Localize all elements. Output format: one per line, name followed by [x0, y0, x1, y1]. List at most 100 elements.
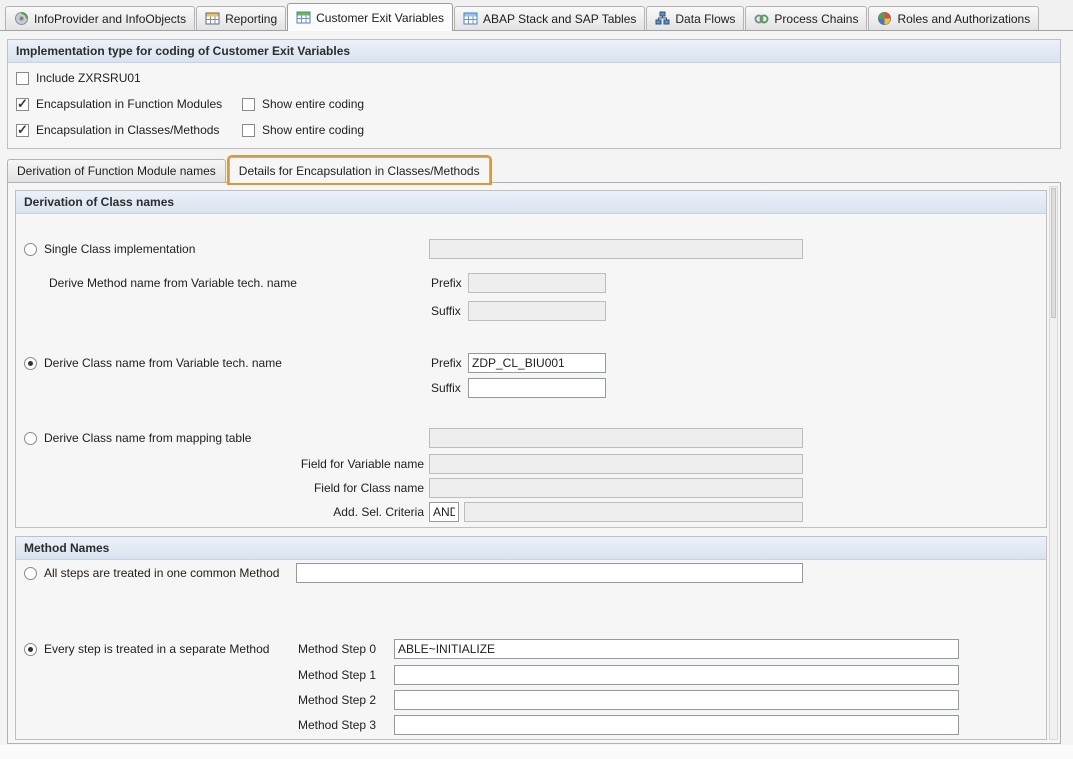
- tab-process-chains[interactable]: Process Chains: [745, 6, 867, 30]
- field-for-class-name-row: Field for Class name: [24, 477, 1038, 499]
- process-chains-icon: [754, 11, 769, 26]
- mapping-table-row: Derive Class name from mapping table: [24, 427, 1038, 449]
- common-method-label: All steps are treated in one common Meth…: [44, 566, 279, 580]
- field-for-variable-name-input[interactable]: [429, 454, 803, 474]
- suffix-label: Suffix: [431, 381, 461, 395]
- tab-data-flows[interactable]: Data Flows: [646, 6, 744, 30]
- tab-label: Data Flows: [675, 12, 735, 26]
- show-entire-coding-fm-checkbox[interactable]: [242, 98, 255, 111]
- separate-method-radio[interactable]: [24, 643, 37, 656]
- add-sel-criteria-label: Add. Sel. Criteria: [24, 505, 424, 519]
- single-class-radio[interactable]: [24, 243, 37, 256]
- main-tab-bar: InfoProvider and InfoObjects Reporting C…: [0, 0, 1073, 31]
- prefix-label: Prefix: [431, 356, 462, 370]
- single-class-input[interactable]: [429, 239, 803, 259]
- subtab-label: Derivation of Function Module names: [17, 164, 216, 178]
- customer-exit-variables-icon: [296, 10, 311, 25]
- reporting-icon: [205, 11, 220, 26]
- subtab-details-for-encapsulation-in-classes-methods[interactable]: Details for Encapsulation in Classes/Met…: [229, 157, 490, 183]
- tab-label: Reporting: [225, 12, 277, 26]
- class-suffix-input[interactable]: [468, 378, 606, 398]
- method-step-2-row: Method Step 2: [24, 689, 1038, 711]
- tab-label: Process Chains: [774, 12, 858, 26]
- tab-label: ABAP Stack and SAP Tables: [483, 12, 636, 26]
- group-title: Implementation type for coding of Custom…: [8, 40, 1060, 63]
- derive-class-label: Derive Class name from Variable tech. na…: [44, 356, 282, 370]
- mapping-table-radio[interactable]: [24, 432, 37, 445]
- implementation-type-group: Implementation type for coding of Custom…: [7, 39, 1061, 149]
- encapsulation-cm-row: Encapsulation in Classes/Methods Show en…: [16, 119, 1052, 141]
- encapsulation-fm-checkbox[interactable]: [16, 98, 29, 111]
- method-suffix-input[interactable]: [468, 301, 606, 321]
- suffix-label: Suffix: [431, 304, 461, 318]
- field-for-variable-name-row: Field for Variable name: [24, 453, 1038, 475]
- classes-methods-details-panel: Derivation of Class names Single Class i…: [7, 182, 1061, 744]
- derive-method-name-label: Derive Method name from Variable tech. n…: [49, 276, 297, 290]
- method-step-3-row: Method Step 3: [24, 714, 1038, 736]
- show-entire-coding-cm-label: Show entire coding: [262, 123, 364, 137]
- common-method-input[interactable]: [296, 563, 803, 583]
- show-entire-coding-fm-label: Show entire coding: [262, 97, 364, 111]
- derive-class-radio[interactable]: [24, 357, 37, 370]
- single-class-row: Single Class implementation: [24, 238, 1038, 260]
- single-class-label: Single Class implementation: [44, 242, 195, 256]
- field-for-class-name-label: Field for Class name: [24, 481, 424, 495]
- method-prefix-input[interactable]: [468, 273, 606, 293]
- method-names-group: Method Names All steps are treated in on…: [15, 536, 1047, 740]
- method-step-1-input[interactable]: [394, 665, 959, 685]
- field-for-variable-name-label: Field for Variable name: [24, 457, 424, 471]
- encapsulation-fm-row: Encapsulation in Function Modules Show e…: [16, 93, 1052, 115]
- derivation-of-class-names-group: Derivation of Class names Single Class i…: [15, 190, 1047, 528]
- customer-exit-variables-screen: InfoProvider and InfoObjects Reporting C…: [0, 0, 1073, 759]
- prefix-label: Prefix: [431, 276, 462, 290]
- tab-label: Customer Exit Variables: [316, 11, 444, 25]
- derive-method-name-row: Derive Method name from Variable tech. n…: [24, 272, 1038, 294]
- tab-label: Roles and Authorizations: [897, 12, 1030, 26]
- separate-method-row: Every step is treated in a separate Meth…: [24, 638, 1038, 660]
- field-for-class-name-input[interactable]: [429, 478, 803, 498]
- criteria-value-input[interactable]: [464, 502, 803, 522]
- add-sel-criteria-row: Add. Sel. Criteria: [24, 501, 1038, 523]
- mapping-table-input[interactable]: [429, 428, 803, 448]
- include-zxrsru01-checkbox[interactable]: [16, 72, 29, 85]
- criteria-operator-input[interactable]: [429, 502, 459, 522]
- class-prefix-input[interactable]: [468, 353, 606, 373]
- mapping-table-label: Derive Class name from mapping table: [44, 431, 251, 445]
- tab-infoprovider-and-infoobjects[interactable]: InfoProvider and InfoObjects: [5, 6, 195, 30]
- tab-roles-and-authorizations[interactable]: Roles and Authorizations: [868, 6, 1039, 30]
- show-entire-coding-cm-checkbox[interactable]: [242, 124, 255, 137]
- subtab-derivation-of-function-module-names[interactable]: Derivation of Function Module names: [7, 159, 226, 183]
- method-step-1-row: Method Step 1: [24, 664, 1038, 686]
- tab-reporting[interactable]: Reporting: [196, 6, 286, 30]
- method-step-0-label: Method Step 0: [298, 642, 376, 656]
- method-step-1-label: Method Step 1: [298, 668, 376, 682]
- common-method-radio[interactable]: [24, 567, 37, 580]
- include-zxrsru01-row: Include ZXRSRU01: [16, 67, 1052, 89]
- group-title: Derivation of Class names: [16, 191, 1046, 214]
- encapsulation-cm-label: Encapsulation in Classes/Methods: [36, 123, 219, 137]
- subtab-label: Details for Encapsulation in Classes/Met…: [239, 164, 480, 178]
- method-step-2-input[interactable]: [394, 690, 959, 710]
- encapsulation-fm-label: Encapsulation in Function Modules: [36, 97, 222, 111]
- infoprovider-icon: [14, 11, 29, 26]
- method-step-2-label: Method Step 2: [298, 693, 376, 707]
- method-step-0-input[interactable]: [394, 639, 959, 659]
- derive-class-suffix-row: Suffix: [24, 377, 1038, 399]
- include-zxrsru01-label: Include ZXRSRU01: [36, 71, 141, 85]
- tab-label: InfoProvider and InfoObjects: [34, 12, 186, 26]
- vertical-scrollbar[interactable]: [1049, 186, 1058, 740]
- scrollbar-thumb[interactable]: [1051, 188, 1056, 318]
- method-step-3-input[interactable]: [394, 715, 959, 735]
- tab-abap-stack-and-sap-tables[interactable]: ABAP Stack and SAP Tables: [454, 6, 645, 30]
- encapsulation-cm-checkbox[interactable]: [16, 124, 29, 137]
- bottom-strip: [0, 745, 1073, 759]
- separate-method-label: Every step is treated in a separate Meth…: [44, 642, 269, 656]
- group-title: Method Names: [16, 537, 1046, 560]
- derive-class-name-row: Derive Class name from Variable tech. na…: [24, 352, 1038, 374]
- abap-tables-icon: [463, 11, 478, 26]
- roles-authorizations-icon: [877, 11, 892, 26]
- sub-tab-bar: Derivation of Function Module names Deta…: [7, 157, 493, 183]
- method-step-3-label: Method Step 3: [298, 718, 376, 732]
- tab-customer-exit-variables[interactable]: Customer Exit Variables: [287, 3, 453, 31]
- derive-method-suffix-row: Suffix: [24, 300, 1038, 322]
